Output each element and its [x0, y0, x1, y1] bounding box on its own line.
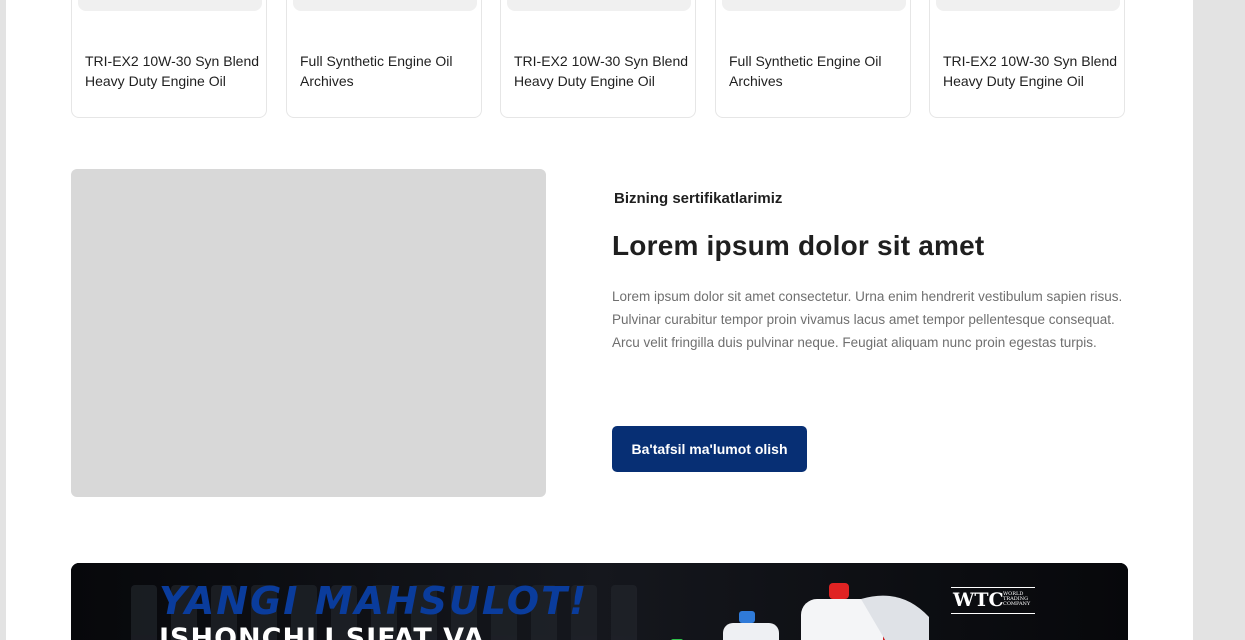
more-info-button[interactable]: Ba'tafsil ma'lumot olish — [612, 426, 807, 472]
product-title[interactable]: TRI-EX2 10W-30 Syn Blend Heavy Duty Engi… — [85, 51, 263, 91]
product-image — [507, 0, 691, 11]
product-card[interactable]: Full Synthetic Engine Oil Archives — [715, 0, 911, 118]
product-title[interactable]: TRI-EX2 10W-30 Syn Blend Heavy Duty Engi… — [514, 51, 692, 91]
right-gutter — [1193, 0, 1245, 640]
product-image — [78, 0, 262, 11]
page: TRI-EX2 10W-30 Syn Blend Heavy Duty Engi… — [6, 0, 1193, 640]
banner-headline: YANGI MAHSULOT! — [159, 579, 589, 623]
logo-rule — [951, 587, 1035, 588]
banner-subline: ISHONCHLI SIFAT VA — [159, 623, 486, 640]
oil-bottles-image — [671, 583, 929, 640]
product-image — [722, 0, 906, 11]
section-kicker: Bizning sertifikatlarimiz — [614, 190, 783, 207]
logo-rule — [951, 613, 1035, 614]
product-title[interactable]: TRI-EX2 10W-30 Syn Blend Heavy Duty Engi… — [943, 51, 1121, 91]
product-image — [293, 0, 477, 11]
promo-banner[interactable]: YANGI MAHSULOT! ISHONCHLI SIFAT VA WTC W… — [71, 563, 1128, 640]
product-card[interactable]: TRI-EX2 10W-30 Syn Blend Heavy Duty Engi… — [71, 0, 267, 118]
logo-subtitle: WORLD TRADING COMPANY — [1003, 591, 1031, 607]
logo-mark: WTC — [953, 589, 1004, 611]
wtc-logo: WTC WORLD TRADING COMPANY — [951, 586, 1035, 616]
product-title[interactable]: Full Synthetic Engine Oil Archives — [729, 51, 907, 91]
product-card[interactable]: TRI-EX2 10W-30 Syn Blend Heavy Duty Engi… — [929, 0, 1125, 118]
certificate-image — [71, 169, 546, 497]
product-image — [936, 0, 1120, 11]
product-card[interactable]: Full Synthetic Engine Oil Archives — [286, 0, 482, 118]
product-title[interactable]: Full Synthetic Engine Oil Archives — [300, 51, 478, 91]
product-card[interactable]: TRI-EX2 10W-30 Syn Blend Heavy Duty Engi… — [500, 0, 696, 118]
section-description: Lorem ipsum dolor sit amet consectetur. … — [612, 289, 1123, 350]
section-heading: Lorem ipsum dolor sit amet — [612, 230, 985, 261]
